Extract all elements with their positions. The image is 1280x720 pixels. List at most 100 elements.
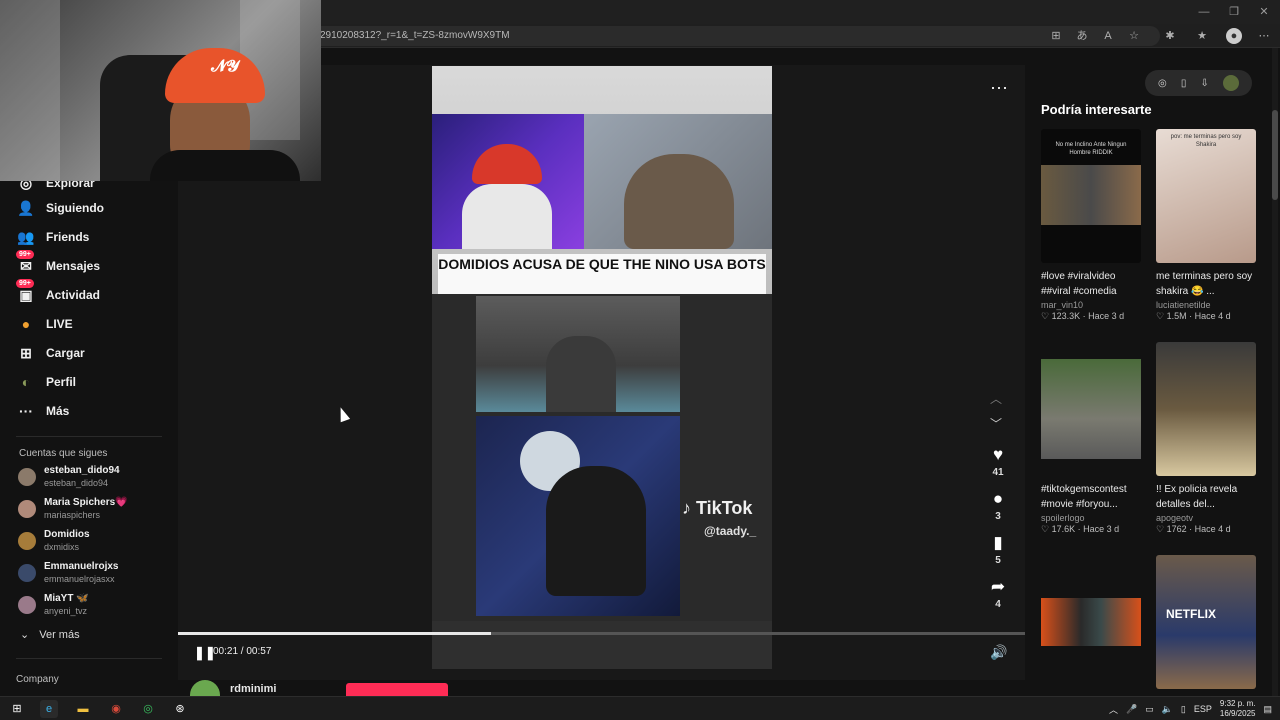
inbox-glyph: ▣	[19, 286, 33, 303]
video-card[interactable]: !! Ex policia revela detalles del... apo…	[1156, 342, 1258, 535]
right-toolbar: ◎ ▯ ⇩	[1145, 70, 1252, 96]
author-avatar[interactable]	[190, 680, 220, 696]
sidebar-item-more[interactable]: ··· Más	[16, 397, 166, 425]
sidebar-item-label: Perfil	[46, 375, 77, 389]
favorite-star-icon[interactable]: ☆	[1126, 28, 1142, 44]
app-icon[interactable]: ⊞	[1048, 28, 1064, 44]
chrome-icon[interactable]: ◉	[107, 700, 125, 718]
language-indicator[interactable]: ESP	[1194, 704, 1212, 714]
card-author: mar_vin10	[1041, 300, 1084, 310]
file-explorer-icon[interactable]: ▬	[74, 700, 92, 718]
card-author: luciatienetilde	[1156, 300, 1211, 310]
bookmark-button[interactable]: ▮ 5	[986, 533, 1010, 566]
favorites-icon[interactable]: ★	[1194, 28, 1210, 44]
card-thumbnail: No me Inclino Ante Ningun Hombre RIDDIK	[1041, 129, 1141, 263]
url-field[interactable]: 2910208312?_r=1&_t=ZS-8zmovW9X9TM	[300, 26, 1160, 46]
message-glyph: ✉	[20, 257, 32, 274]
download-icon[interactable]: ⇩	[1200, 78, 1208, 89]
cam-background-left	[0, 0, 60, 181]
compass-icon[interactable]: ◎	[1158, 78, 1167, 89]
video-bottom-scene	[476, 416, 680, 616]
account-handle: emmanuelrojasxx	[44, 574, 115, 584]
company-link[interactable]: Company	[16, 674, 59, 685]
minimize-button[interactable]: —	[1196, 4, 1212, 20]
clock[interactable]: 9:32 p. m. 16/9/2025	[1220, 699, 1256, 719]
obs-icon[interactable]: ⊛	[171, 700, 189, 718]
chevron-up-icon[interactable]: ︿	[1109, 703, 1118, 716]
video-caption: DOMIDIOS ACUSA DE QUE THE NINO USA BOTS	[438, 254, 766, 294]
extensions-icon[interactable]: ✱	[1162, 28, 1178, 44]
sidebar: ◎ Explorar 👤 Siguiendo 👥 Friends ✉ 99+ Me…	[0, 175, 178, 696]
battery-icon[interactable]: ▯	[1181, 704, 1186, 715]
like-button[interactable]: ♥ 41	[986, 445, 1010, 478]
phone-icon[interactable]: ▯	[1181, 78, 1187, 89]
microphone-icon[interactable]: 🎤	[1126, 704, 1137, 715]
sidebar-item-following[interactable]: 👤 Siguiendo	[16, 194, 166, 222]
watermark-text: TikTok	[696, 498, 753, 518]
following-accounts-title: Cuentas que sigues	[19, 448, 108, 459]
notification-icon[interactable]: ▤	[1263, 704, 1272, 715]
card-stats: ♡ 17.6K · Hace 3 d	[1041, 524, 1120, 534]
video-red-cap	[472, 144, 542, 184]
video-person-right	[624, 154, 734, 249]
system-tray: ︿ 🎤 ▭ 🔈 ▯ ESP 9:32 p. m. 16/9/2025 ▤	[1109, 699, 1272, 719]
avatar	[18, 500, 36, 518]
profile-avatar-icon[interactable]: ●	[1226, 28, 1242, 44]
translate-icon[interactable]: あ	[1074, 28, 1090, 44]
network-icon[interactable]: ▭	[1145, 704, 1154, 715]
followed-account[interactable]: Emmanuelrojxs emmanuelrojasxx	[16, 559, 166, 589]
author-name[interactable]: rdminimi	[230, 683, 276, 695]
followed-account[interactable]: MiaYT 🦋 anyeni_tvz	[16, 591, 166, 621]
comment-button[interactable]: ● 3	[986, 489, 1010, 522]
cam-shirt	[150, 150, 300, 181]
messages-badge: 99+	[16, 250, 34, 259]
thumb-text: pov: me terminas pero soy Shakira	[1170, 134, 1242, 148]
scrollbar-thumb[interactable]	[1272, 110, 1278, 200]
edge-browser-icon[interactable]: e	[40, 700, 58, 718]
comment-count: 3	[995, 511, 1001, 522]
video-frame[interactable]: DOMIDIOS ACUSA DE QUE THE NINO USA BOTS …	[432, 66, 772, 669]
sidebar-item-live[interactable]: ● LIVE	[16, 310, 166, 338]
sidebar-item-label: Actividad	[46, 288, 101, 302]
sidebar-item-activity[interactable]: ▣ 99+ Actividad	[16, 279, 166, 309]
video-card[interactable]: #tiktokgemscontest #movie #foryou... spo…	[1041, 342, 1143, 535]
windows-start-icon[interactable]: ⊞	[8, 700, 26, 718]
more-options-button[interactable]: ···	[990, 77, 1008, 98]
close-window-button[interactable]: ✕	[1256, 4, 1272, 20]
sidebar-item-upload[interactable]: ⊞ Cargar	[16, 339, 166, 367]
account-name: Emmanuelrojxs	[44, 561, 119, 572]
whatsapp-icon[interactable]: ◎	[139, 700, 157, 718]
volume-icon[interactable]: 🔊	[990, 644, 1007, 661]
thumb-image	[1041, 165, 1141, 225]
clock-time: 9:32 p. m.	[1219, 699, 1256, 708]
video-streamer-right	[584, 114, 772, 249]
video-card[interactable]: No me Inclino Ante Ningun Hombre RIDDIK …	[1041, 129, 1143, 322]
browser-menu-icon[interactable]: ⋯	[1256, 28, 1272, 44]
chevron-down-icon[interactable]: ﹀	[990, 415, 1002, 432]
restore-button[interactable]: ❐	[1226, 4, 1242, 20]
sidebar-item-profile[interactable]: ◐ Perfil	[16, 368, 166, 396]
share-button[interactable]: ➦ 4	[986, 577, 1010, 610]
card-stats: ♡ 1762 · Hace 4 d	[1156, 524, 1231, 534]
video-card[interactable]	[1041, 555, 1143, 689]
followed-account[interactable]: Domidios dxmidixs	[16, 527, 166, 557]
read-aloud-icon[interactable]: A	[1100, 28, 1116, 44]
video-card[interactable]: NETFLIX	[1156, 555, 1258, 689]
follow-button[interactable]	[346, 683, 448, 696]
sidebar-item-messages[interactable]: ✉ 99+ Mensajes	[16, 250, 166, 280]
followed-account[interactable]: Maria Spichers💗 mariaspichers	[16, 495, 166, 525]
sidebar-item-friends[interactable]: 👥 Friends	[16, 223, 166, 251]
recommendations-panel: ◎ ▯ ⇩ Podría interesarte No me Inclino A…	[1025, 65, 1280, 696]
bookmark-icon: ▮	[993, 533, 1003, 552]
avatar[interactable]	[1222, 75, 1239, 91]
card-title: #love #viralvideo ##viral #comedia	[1041, 271, 1117, 297]
account-name: MiaYT 🦋	[44, 593, 89, 604]
sidebar-divider	[16, 658, 162, 659]
see-more-label: Ver más	[39, 628, 80, 641]
speaker-icon[interactable]: 🔈	[1162, 704, 1173, 715]
see-more-button[interactable]: ⌄ Ver más	[20, 628, 80, 642]
chevron-up-icon[interactable]: ︿	[990, 390, 1002, 407]
tiktok-watermark: ♪ TikTok	[682, 498, 752, 519]
video-card[interactable]: pov: me terminas pero soy Shakira me ter…	[1156, 129, 1258, 322]
followed-account[interactable]: esteban_dido94 esteban_dido94	[16, 463, 166, 493]
